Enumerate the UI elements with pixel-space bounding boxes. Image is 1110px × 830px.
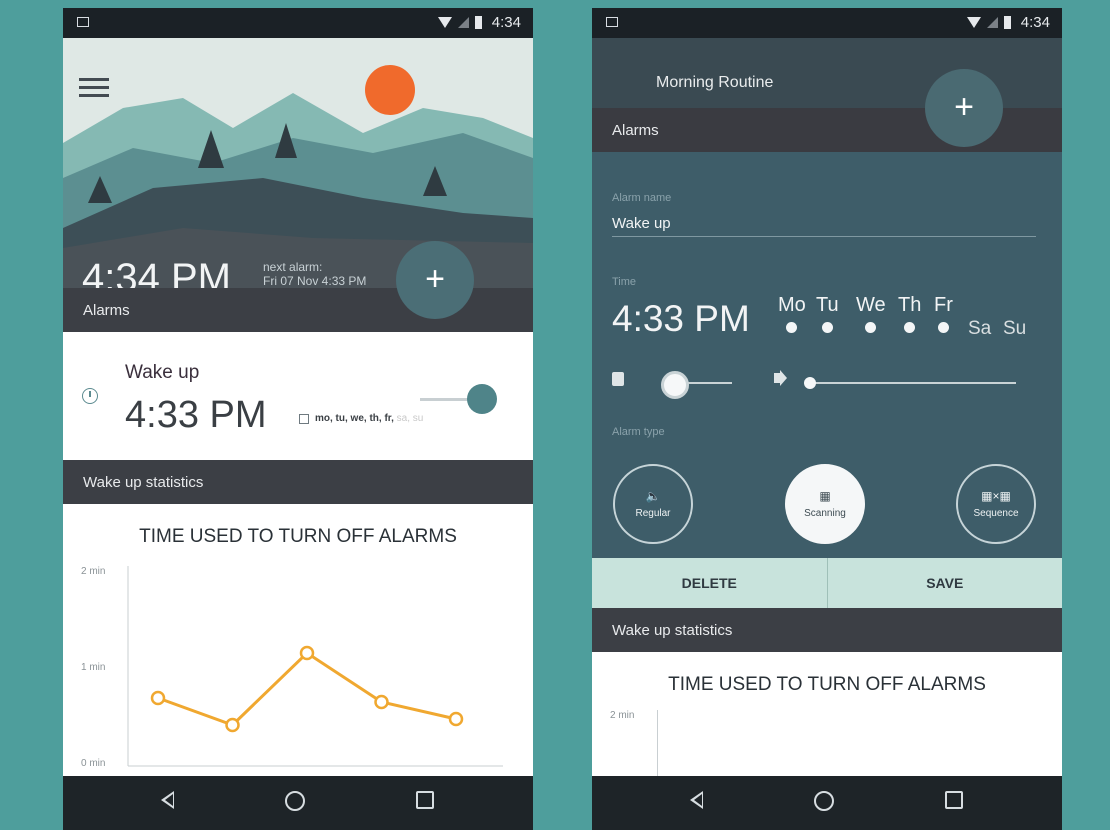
chart-title: TIME USED TO TURN OFF ALARMS [668,674,986,695]
data-point [150,690,166,706]
system-nav-bar [63,776,533,830]
line-chart [127,566,503,767]
alarm-type-label-text: Sequence [973,508,1019,519]
toolbar-title: Morning Routine [656,74,774,91]
alarm-title: Wake up [125,362,200,383]
day-toggle-tu[interactable]: Tu [816,294,839,333]
alarm-type-label-text: Scanning [804,508,846,519]
next-alarm-label: next alarm: [263,260,323,274]
alarm-name-label: Alarm name [612,192,672,204]
status-clock: 4:34 [491,14,521,31]
add-alarm-button[interactable]: + [396,241,474,319]
volume-slider-track [812,382,1016,384]
stats-section-header: Wake up statistics [592,608,1062,652]
alarm-type-label-text: Regular [635,508,671,519]
back-icon[interactable] [690,791,703,809]
next-alarm-info: next alarm: Fri 07 Nov 4:33 PM [263,260,366,288]
add-alarm-button[interactable]: + [925,69,1003,147]
system-nav-bar [592,776,1062,830]
qr-sequence-icon: ▦×▦ [981,489,1011,503]
alarm-name-input[interactable] [612,210,1036,237]
status-bar: 4:34 [592,8,1062,38]
recent-apps-icon[interactable] [416,791,434,809]
day-toggle-sa[interactable]: Sa [968,318,991,340]
day-active-dot [937,322,949,333]
day-toggle-we[interactable]: We [856,294,886,333]
home-icon[interactable] [285,791,305,811]
inactive-days: sa, su [393,413,424,424]
day-label: Mo [778,294,806,316]
day-toggle-su[interactable]: Su [1003,318,1026,340]
next-alarm-value: Fri 07 Nov 4:33 PM [263,274,367,288]
day-label: Th [898,294,922,316]
delete-button[interactable]: DELETE [592,558,827,608]
day-label: Fr [934,294,953,316]
stats-section-header: Wake up statistics [63,460,533,504]
day-active-dot [904,322,916,333]
alarm-type-label: Alarm type [612,426,665,438]
active-days: mo, tu, we, th, fr, [315,413,394,424]
qr-code-icon: ▦ [819,489,831,503]
day-toggle-fr[interactable]: Fr [934,294,953,333]
notification-icon [606,17,618,27]
series-line [157,651,457,727]
signal-icon [986,17,998,28]
qr-code-icon [299,414,309,424]
back-icon[interactable] [161,791,174,809]
current-time: 4:34 PM [82,256,231,288]
alarm-type-regular-button[interactable]: 🔈 Regular [613,464,693,544]
y-tick-label: 2 min [610,710,635,721]
alarm-time-picker[interactable]: 4:33 PM [612,298,750,340]
battery-icon [1003,16,1011,29]
day-label: We [856,294,886,316]
alarm-list-item[interactable]: Wake up 4:33 PM mo, tu, we, th, fr, sa, … [63,332,533,460]
day-label: Sa [968,318,992,339]
volume-icon [774,373,782,383]
action-bar: DELETE SAVE [592,558,1062,608]
day-toggle-mo[interactable]: Mo [778,294,806,333]
status-clock: 4:34 [1020,14,1050,31]
data-point [448,711,464,727]
time-label: Time [612,276,637,288]
day-active-dot [821,322,833,333]
hamburger-menu-icon[interactable] [79,78,109,98]
day-label: Tu [816,294,839,316]
stats-card: TIME USED TO TURN OFF ALARMS 2 min 1 min… [63,504,533,784]
battery-icon [474,16,482,29]
stats-card: TIME USED TO TURN OFF ALARMS 2 min [592,652,1062,776]
alarm-repeat-days: mo, tu, we, th, fr, sa, su [315,413,423,424]
alarm-clock-icon [82,388,98,404]
alarm-edit-screen: 4:34 Morning Routine Alarms + Alarm name… [592,8,1062,830]
alarm-edit-panel: Alarm name Time 4:33 PM Mo Tu We Th Fr S… [592,152,1062,558]
vibration-slider[interactable] [660,371,689,399]
data-point [299,645,315,661]
wifi-icon [966,17,981,28]
hero-illustration: 4:34 PM next alarm: Fri 07 Nov 4:33 PM [63,38,533,288]
signal-icon [457,17,469,28]
wifi-icon [437,17,452,28]
data-point [374,694,389,710]
day-active-dot [865,322,877,333]
volume-slider[interactable] [804,377,816,389]
day-active-dot [786,322,798,333]
alarm-type-sequence-button[interactable]: ▦×▦ Sequence [956,464,1036,544]
y-axis [657,710,658,776]
recent-apps-icon[interactable] [945,791,963,809]
alarm-time: 4:33 PM [125,394,267,436]
data-point [225,717,240,733]
day-label: Su [1003,318,1027,339]
save-button[interactable]: SAVE [828,558,1063,608]
alarm-type-scanning-button[interactable]: ▦ Scanning [785,464,865,544]
speaker-icon: 🔈 [645,489,661,503]
alarm-enable-toggle[interactable] [467,384,497,414]
home-icon[interactable] [814,791,834,811]
alarm-list-screen: 4:34 4:34 PM next alarm: Fri 07 Nov 4:33… [63,8,533,830]
notification-icon [77,17,89,27]
status-bar: 4:34 [63,8,533,38]
day-toggle-th[interactable]: Th [898,294,921,333]
vibration-icon [612,372,624,386]
landscape-illustration [63,38,533,288]
